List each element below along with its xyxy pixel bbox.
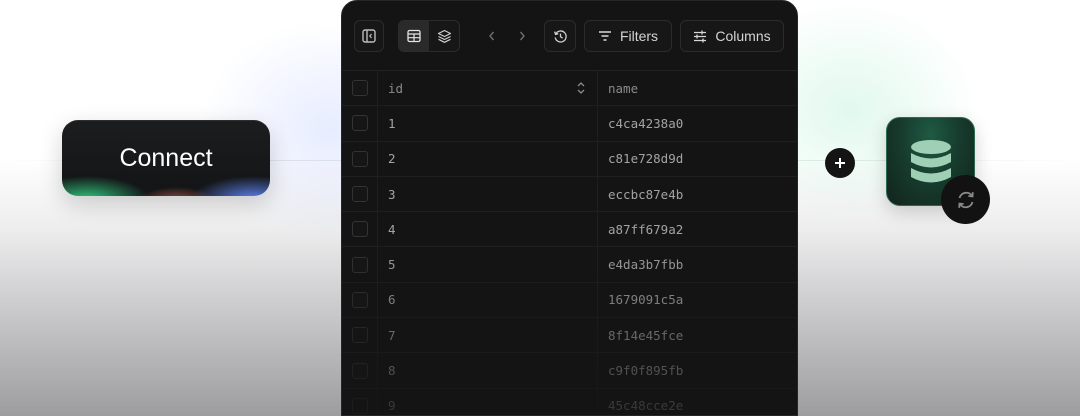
cell-name[interactable]: eccbc87e4b [598,177,797,211]
cell-id[interactable]: 9 [378,388,598,415]
plus-icon [835,158,845,168]
row-checkbox[interactable] [351,150,368,167]
row-select-cell [342,388,378,415]
sidebar-toggle-button[interactable] [354,20,384,52]
row-select-cell [342,282,378,318]
table-row[interactable]: 8 c9f0f895fb [342,353,797,389]
row-checkbox[interactable] [351,397,368,414]
column-header-label: name [608,80,639,96]
history-icon [553,29,567,43]
cell-name[interactable]: 1679091c5a [598,283,797,317]
table-row[interactable]: 6 1679091c5a [342,282,797,319]
cell-name[interactable]: c81e728d9d [598,142,797,176]
row-select-cell [342,212,378,247]
cell-id[interactable]: 8 [378,353,598,388]
cell-name[interactable]: e4da3b7fbb [598,247,797,281]
cell-id[interactable]: 2 [378,141,598,176]
row-select-cell [342,176,378,212]
table-header-row: id name [342,71,797,107]
cell-id[interactable]: 3 [378,176,598,212]
columns-button[interactable]: Columns [680,20,784,52]
table-row[interactable]: 9 45c48cce2e [342,388,797,415]
connect-button[interactable]: Connect [62,120,270,196]
row-checkbox[interactable] [351,256,368,273]
cell-name[interactable]: 8f14e45fce [598,318,797,352]
row-select-cell [342,247,378,282]
previous-page-button[interactable] [480,20,504,52]
select-all-cell [342,71,378,106]
column-header-id[interactable]: id [378,71,598,106]
column-header-name[interactable]: name [598,71,797,105]
filters-label: Filters [619,28,659,44]
table-row[interactable]: 5 e4da3b7fbb [342,247,797,283]
filters-button[interactable]: Filters [584,20,672,52]
cell-id[interactable]: 1 [378,106,598,141]
row-checkbox[interactable] [351,327,368,344]
table-editor-panel: Filters Columns id name 1 c4ca4238a0 2 c… [341,0,798,416]
table-row[interactable]: 3 eccbc87e4b [342,176,797,213]
table-row[interactable]: 1 c4ca4238a0 [342,106,797,142]
row-select-cell [342,106,378,141]
table-view-button[interactable] [399,21,429,51]
chevron-right-icon [519,31,525,41]
add-integration-button[interactable] [825,148,855,178]
columns-label: Columns [715,28,771,44]
next-page-button[interactable] [510,20,534,52]
sync-badge [941,175,990,224]
data-grid: id name 1 c4ca4238a0 2 c81e728d9d 3 eccb… [342,71,797,415]
cell-name[interactable]: c4ca4238a0 [598,106,797,140]
cell-id[interactable]: 4 [378,212,598,247]
cell-name[interactable]: c9f0f895fb [598,353,797,387]
schema-view-button[interactable] [429,21,459,51]
filter-icon [598,31,611,41]
row-checkbox[interactable] [351,221,368,238]
table-grid-icon [407,29,421,43]
select-all-checkbox[interactable] [351,80,368,97]
toolbar: Filters Columns [342,1,797,71]
row-checkbox[interactable] [351,115,368,132]
layers-icon [437,29,451,43]
cell-id[interactable]: 6 [378,282,598,318]
column-header-label: id [388,80,404,96]
cell-name[interactable]: a87ff679a2 [598,212,797,246]
chevron-left-icon [489,31,495,41]
sidebar-panel-icon [362,29,376,43]
row-checkbox[interactable] [351,186,368,203]
row-select-cell [342,141,378,176]
history-button[interactable] [544,20,576,52]
cell-name[interactable]: 45c48cce2e [598,389,797,415]
row-checkbox[interactable] [351,362,368,379]
row-select-cell [342,318,378,353]
cell-id[interactable]: 5 [378,247,598,282]
database-icon [910,139,951,182]
sliders-icon [694,30,707,42]
view-mode-toggle [398,20,460,52]
table-row[interactable]: 7 8f14e45fce [342,318,797,354]
connect-button-label: Connect [119,143,213,172]
cell-id[interactable]: 7 [378,318,598,353]
table-row[interactable]: 4 a87ff679a2 [342,212,797,248]
sort-icon[interactable] [575,81,587,95]
row-checkbox[interactable] [351,291,368,308]
row-select-cell [342,353,378,388]
sync-icon [957,191,974,208]
table-row[interactable]: 2 c81e728d9d [342,141,797,177]
